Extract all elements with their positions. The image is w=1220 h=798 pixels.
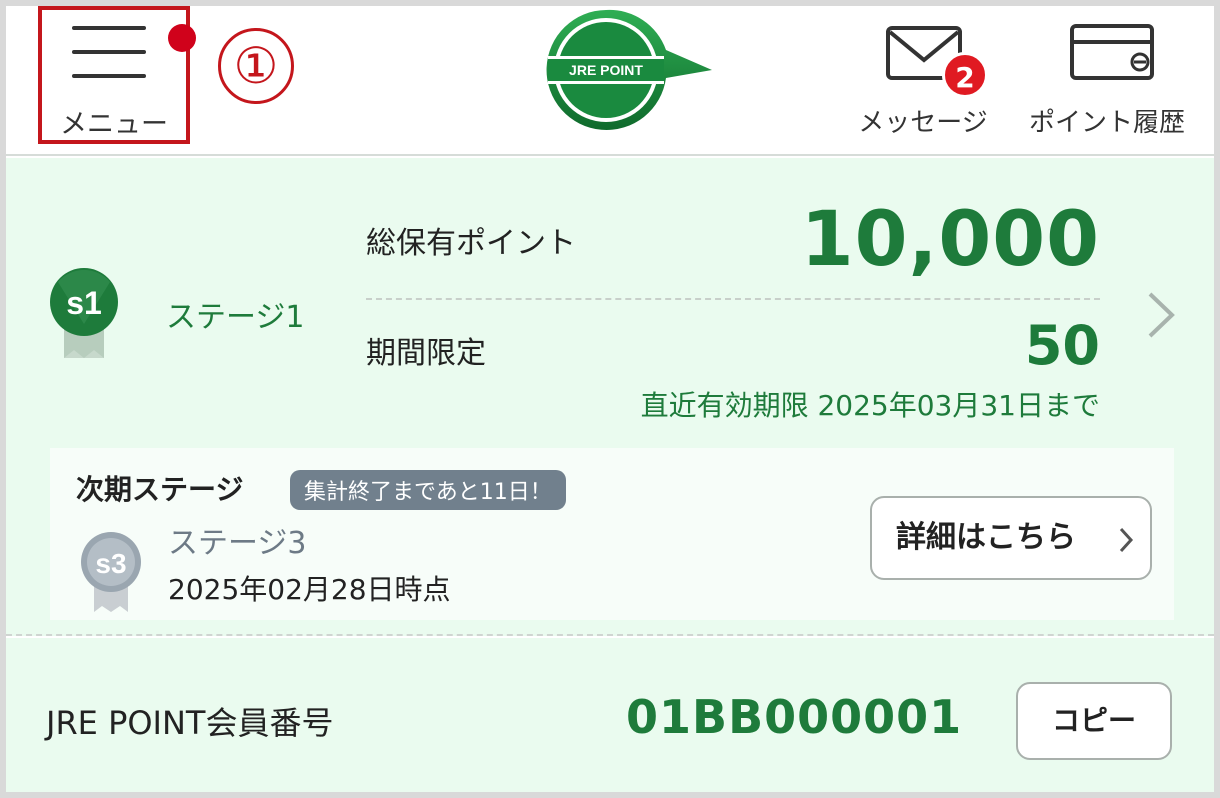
member-number-row: JRE POINT会員番号 01BB000001 コピー — [6, 638, 1214, 792]
stage-medal-text: s1 — [66, 285, 102, 321]
menu-label: メニュー — [60, 109, 168, 140]
next-stage-panel: 次期ステージ 集計終了まであと11日！ s3 ステージ3 2025年02月28日… — [50, 448, 1174, 620]
chevron-right-icon — [1119, 527, 1134, 553]
next-stage-medal-text: s3 — [95, 548, 126, 579]
current-stage-label: ステージ1 — [166, 300, 305, 335]
message-button[interactable]: 2 メッセージ — [854, 20, 992, 138]
next-stage-as-of: 2025年02月28日時点 — [168, 573, 451, 606]
member-number-value: 01BB000001 — [626, 690, 963, 744]
detail-button[interactable]: 詳細はこちら — [870, 496, 1152, 580]
detail-button-label: 詳細はこちら — [896, 520, 1076, 555]
jre-point-logo[interactable]: JRE POINT — [544, 8, 714, 134]
expiry-date: 直近有効期限 2025年03月31日まで — [640, 389, 1100, 422]
next-stage-title: 次期ステージ — [76, 473, 244, 506]
limited-points-label: 期間限定 — [366, 336, 486, 371]
message-count-badge: 2 — [942, 52, 988, 98]
limited-points-value: 50 — [1024, 314, 1100, 377]
chevron-right-icon[interactable] — [1144, 290, 1178, 340]
total-points-value: 10,000 — [800, 194, 1100, 283]
point-history-button[interactable]: ポイント履歴 — [1022, 20, 1192, 138]
card-icon — [1070, 24, 1154, 80]
next-stage-label: ステージ3 — [168, 526, 307, 561]
total-points-label: 総保有ポイント — [366, 226, 576, 261]
point-history-label: ポイント履歴 — [1028, 108, 1185, 138]
section-divider — [6, 634, 1214, 636]
message-label: メッセージ — [858, 108, 988, 138]
logo-text: JRE POINT — [569, 62, 643, 78]
copy-button[interactable]: コピー — [1016, 682, 1172, 760]
annotation-number: ① — [218, 28, 294, 104]
member-number-label: JRE POINT会員番号 — [46, 704, 334, 742]
next-stage-medal-icon: s3 — [81, 532, 141, 612]
countdown-tag: 集計終了まであと11日！ — [290, 470, 566, 510]
hamburger-icon — [72, 24, 196, 80]
notification-dot-icon — [168, 24, 196, 52]
points-summary-card[interactable]: s1 ステージ1 総保有ポイント 10,000 期間限定 50 直近有効期限 2… — [6, 158, 1214, 636]
menu-button[interactable]: メニュー — [38, 6, 196, 144]
app-screen: メニュー ① JRE POINT 2 メッセージ ポイント履歴 s1 ステージ1… — [6, 6, 1214, 792]
points-divider — [366, 298, 1100, 300]
header: メニュー ① JRE POINT 2 メッセージ ポイント履歴 — [6, 6, 1214, 156]
stage-medal-icon: s1 — [50, 268, 118, 358]
